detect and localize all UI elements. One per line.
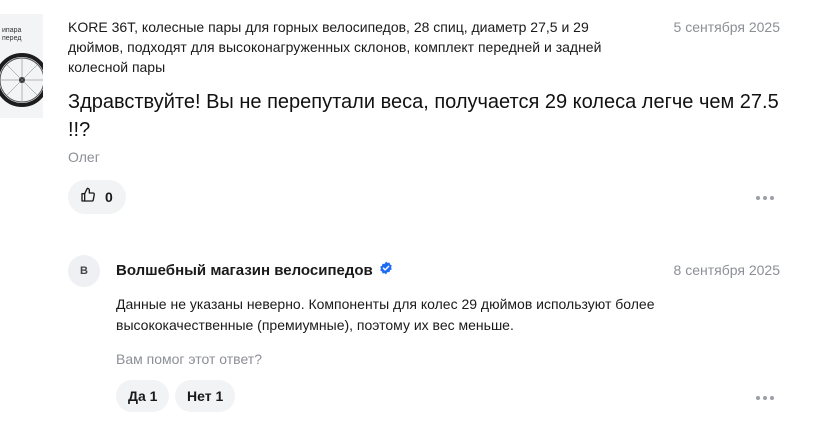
question-more-icon[interactable] [756, 192, 774, 204]
answer-date: 8 сентября 2025 [673, 262, 780, 278]
wheel-image [0, 53, 43, 107]
vote-no-button[interactable]: Нет 1 [175, 380, 236, 412]
verified-check-icon [379, 261, 393, 279]
like-count: 0 [105, 189, 113, 205]
helpful-prompt: Вам помог этот ответ? [116, 351, 262, 367]
answer-text: Данные не указаны неверно. Компоненты дл… [116, 296, 655, 333]
thumbs-up-icon [80, 187, 96, 208]
shop-name[interactable]: Волшебный магазин велосипедов [116, 261, 393, 279]
avatar: В [68, 255, 100, 287]
product-thumbnail[interactable]: ипара перед [0, 14, 43, 118]
question-text: Здравствуйте! Вы не перепутали веса, пол… [68, 91, 779, 141]
question-author: Олег [68, 149, 100, 165]
question-date: 5 сентября 2025 [673, 19, 780, 35]
vote-yes-button[interactable]: Да 1 [116, 380, 170, 412]
product-title[interactable]: KORE 36T, колесные пары для горных велос… [68, 17, 638, 77]
shop-name-label: Волшебный магазин велосипедов [116, 261, 373, 279]
thumbnail-caption: ипара перед [2, 27, 22, 42]
answer-more-icon[interactable] [756, 392, 774, 404]
like-button[interactable]: 0 [68, 180, 126, 214]
